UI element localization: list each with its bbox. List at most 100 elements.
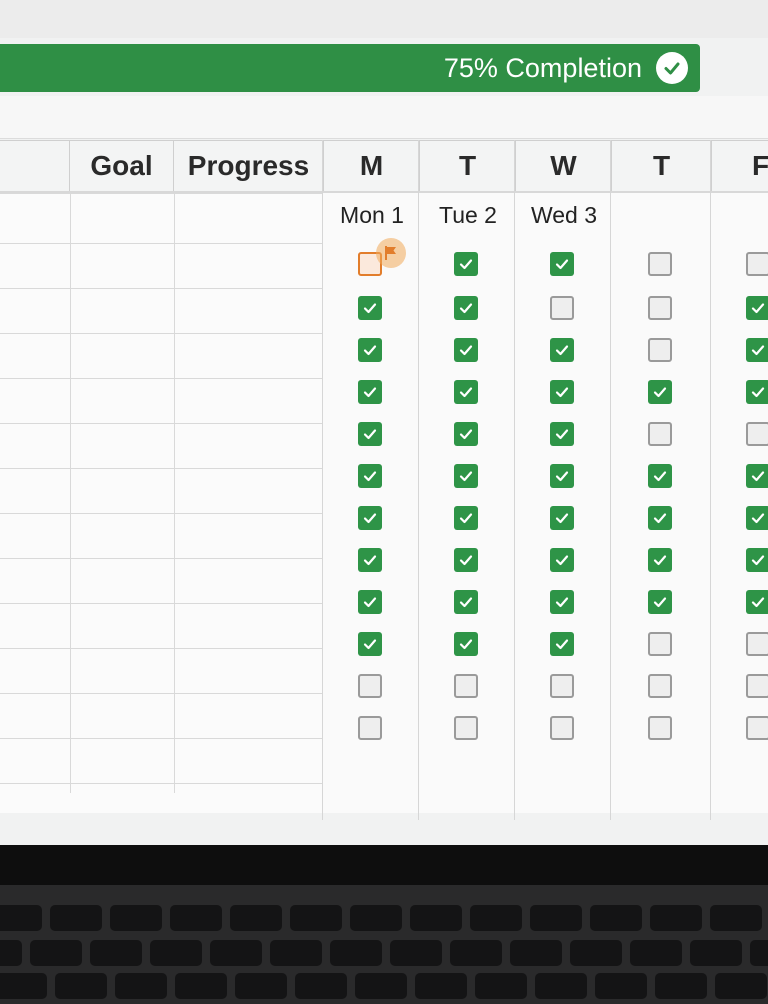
checkbox-unchecked[interactable] <box>746 422 768 446</box>
checkbox-checked[interactable] <box>550 464 574 488</box>
toolbar-strip <box>0 96 768 139</box>
day-header-f[interactable]: F <box>712 141 768 191</box>
date-mon: Mon 1 <box>340 201 404 228</box>
checkbox-checked[interactable] <box>358 548 382 572</box>
checkbox-checked[interactable] <box>358 506 382 530</box>
checkbox-checked[interactable] <box>454 422 478 446</box>
checkbox-unchecked[interactable] <box>454 674 478 698</box>
grid-row-line <box>0 603 322 604</box>
checkbox-unchecked[interactable] <box>746 716 768 740</box>
checkbox-checked[interactable] <box>746 548 768 572</box>
grid-row-line <box>0 648 322 649</box>
checkbox-checked[interactable] <box>454 380 478 404</box>
checkbox-checked[interactable] <box>454 590 478 614</box>
checkbox-unchecked[interactable] <box>746 252 768 276</box>
checkbox-checked[interactable] <box>454 632 478 656</box>
grid-col-line <box>70 193 71 793</box>
keyboard-key <box>650 905 702 931</box>
checkbox-checked[interactable] <box>550 548 574 572</box>
date-wed: Wed 3 <box>530 201 598 228</box>
checkbox-unchecked[interactable] <box>648 716 672 740</box>
checkbox-unchecked[interactable] <box>358 674 382 698</box>
goal-progress-grid <box>0 193 322 813</box>
checkbox-unchecked[interactable] <box>746 674 768 698</box>
checkbox-checked[interactable] <box>550 380 574 404</box>
keyboard-key <box>30 940 82 966</box>
keyboard-key <box>115 973 167 999</box>
laptop-keyboard <box>0 885 768 1004</box>
checkbox-unchecked[interactable] <box>358 716 382 740</box>
progress-header[interactable]: Progress <box>174 141 324 191</box>
checkbox-checked[interactable] <box>358 296 382 320</box>
checkbox-unchecked[interactable] <box>550 674 574 698</box>
keyboard-key <box>655 973 707 999</box>
grid-row-line <box>0 513 322 514</box>
goal-header[interactable]: Goal <box>70 141 174 191</box>
checkbox-unchecked[interactable] <box>550 296 574 320</box>
checkbox-checked[interactable] <box>746 338 768 362</box>
checkbox-checked[interactable] <box>454 338 478 362</box>
top-bar <box>0 0 768 38</box>
keyboard-key <box>295 973 347 999</box>
checkbox-unchecked[interactable] <box>648 338 672 362</box>
checkbox-checked[interactable] <box>358 380 382 404</box>
checkbox-checked[interactable] <box>358 632 382 656</box>
column-header-row: Goal Progress M T W T F <box>0 140 768 194</box>
keyboard-key <box>110 905 162 931</box>
checkbox-unchecked[interactable] <box>550 716 574 740</box>
checkbox-checked[interactable] <box>746 464 768 488</box>
day-header-t[interactable]: T <box>420 141 516 191</box>
checkbox-checked[interactable] <box>358 338 382 362</box>
checkbox-checked[interactable] <box>454 252 478 276</box>
checkbox-checked[interactable] <box>550 590 574 614</box>
day-header-th[interactable]: T <box>612 141 712 191</box>
grid-row-line <box>0 333 322 334</box>
completion-banner: 75% Completion <box>0 44 700 92</box>
keyboard-key <box>590 905 642 931</box>
checkbox-checked[interactable] <box>746 506 768 530</box>
checkbox-checked[interactable] <box>746 296 768 320</box>
checkbox-checked[interactable] <box>550 422 574 446</box>
checkbox-checked[interactable] <box>454 296 478 320</box>
checkbox-checked[interactable] <box>648 590 672 614</box>
checkbox-checked[interactable] <box>550 252 574 276</box>
day-header-w[interactable]: W <box>516 141 612 191</box>
checkbox-checked[interactable] <box>648 506 672 530</box>
checkbox-unchecked[interactable] <box>746 632 768 656</box>
day-column-divider <box>322 140 323 820</box>
keyboard-key <box>330 940 382 966</box>
checkbox-checked[interactable] <box>550 632 574 656</box>
checkbox-checked[interactable] <box>454 506 478 530</box>
grid-row-line <box>0 558 322 559</box>
checkbox-checked[interactable] <box>648 380 672 404</box>
keyboard-key <box>0 973 47 999</box>
keyboard-key <box>0 940 22 966</box>
checkbox-unchecked[interactable] <box>648 674 672 698</box>
checkbox-checked[interactable] <box>454 464 478 488</box>
checkbox-unchecked[interactable] <box>454 716 478 740</box>
checkbox-checked[interactable] <box>648 464 672 488</box>
checkbox-unchecked[interactable] <box>648 252 672 276</box>
date-row: Mon 1 Tue 2 Wed 3 <box>0 193 768 243</box>
checkbox-checked[interactable] <box>358 464 382 488</box>
keyboard-key <box>390 940 442 966</box>
checkbox-checked[interactable] <box>550 338 574 362</box>
keyboard-key <box>90 940 142 966</box>
grid-row-line <box>0 693 322 694</box>
day-check-area <box>322 193 768 813</box>
checkbox-unchecked[interactable] <box>648 632 672 656</box>
checkbox-checked[interactable] <box>454 548 478 572</box>
checkbox-checked[interactable] <box>358 422 382 446</box>
grid-row-line <box>0 468 322 469</box>
checkbox-checked[interactable] <box>648 548 672 572</box>
checkbox-checked[interactable] <box>358 590 382 614</box>
checkbox-unchecked[interactable] <box>648 422 672 446</box>
grid-row-line <box>0 243 322 244</box>
keyboard-key <box>715 973 767 999</box>
day-header-m[interactable]: M <box>324 141 420 191</box>
keyboard-key <box>290 905 342 931</box>
checkbox-checked[interactable] <box>550 506 574 530</box>
checkbox-checked[interactable] <box>746 590 768 614</box>
checkbox-unchecked[interactable] <box>648 296 672 320</box>
checkbox-checked[interactable] <box>746 380 768 404</box>
